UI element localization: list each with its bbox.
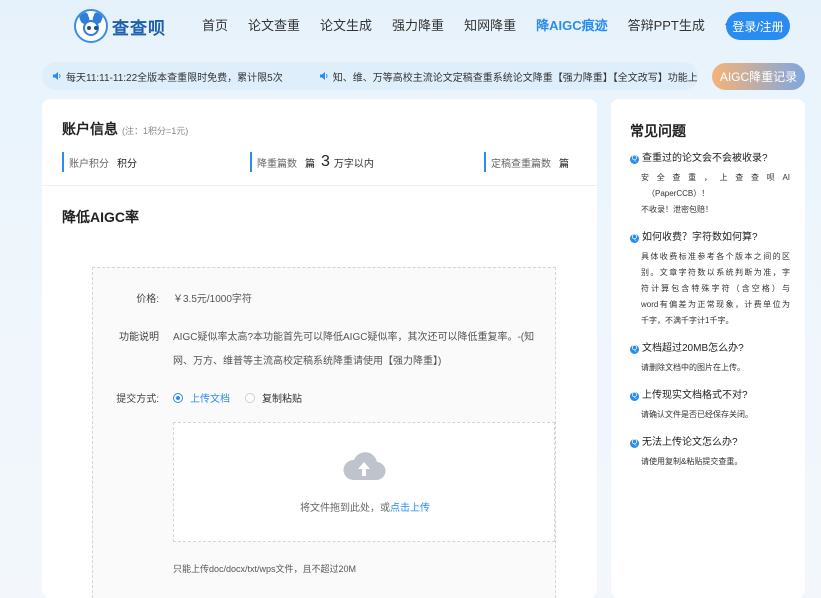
faq-answer: 安 全 查 重 ， 上 查 查 呗 AI （PaperCCB）！ 不收录！泄密包…: [630, 170, 790, 218]
radio-copy-paste[interactable]: 复制粘贴: [245, 390, 302, 405]
faq-question-text: 无法上传论文怎么办?: [642, 437, 738, 448]
divider: [42, 185, 597, 186]
reduce-unit: 篇: [305, 158, 315, 170]
nav-item-strong-reduction[interactable]: 强力降重: [382, 0, 454, 52]
faq-answer-line: word有偏差为正常现象，计费单位为: [641, 300, 790, 309]
radio-paste-label: 复制粘贴: [262, 394, 302, 405]
faq-answer-line: 别。文章字符数以系统判断为准，字: [641, 268, 790, 277]
notice-text: 每天11:11-11:22全版本查重限时免费，累计限5次: [66, 72, 283, 84]
faq-answer-line: 安 全 查 重 ， 上 查 查 呗 AI: [641, 173, 790, 182]
faq-question: Q 如何收费？字符数如何算?: [630, 230, 790, 246]
radio-unchecked-icon: [245, 392, 255, 403]
final-check-unit: 篇: [559, 158, 569, 170]
reduce-count-stat: 降重篇数 篇 3 万字以内: [250, 152, 374, 172]
faq-card: 常见问题 Q 查重过的论文会不会被收录? 安 全 查 重 ， 上 查 查 呗 A…: [611, 99, 805, 598]
upload-text: 将文件拖到此处，或: [300, 503, 390, 514]
nav-item-cnki-reduction[interactable]: 知网降重: [454, 0, 526, 52]
account-info-title: 账户信息 (注：1积分=1元): [62, 119, 188, 139]
faq-list: Q 查重过的论文会不会被收录? 安 全 查 重 ， 上 查 查 呗 AI （Pa…: [630, 151, 790, 482]
faq-answer-line: 请使用复制&粘贴提交查重。: [641, 457, 743, 466]
faq-answer-line: 千字，不满千字计1千字。: [641, 316, 734, 325]
upload-dropzone[interactable]: 将文件拖到此处，或点击上传: [173, 422, 555, 542]
faq-item: Q 上传现实文档格式不对? 请确认文件是否已经保存关闭。: [630, 388, 790, 423]
final-check-stat: 定稿查重篇数 篇: [484, 152, 569, 172]
final-check-label: 定稿查重篇数: [491, 158, 551, 170]
nav-item-home[interactable]: 首页: [192, 0, 238, 52]
price-value: ￥3.5元/1000字符: [173, 294, 252, 305]
faq-answer: 请确认文件是否已经保存关闭。: [630, 407, 790, 423]
dog-logo-icon: [74, 9, 108, 43]
faq-answer: 请删除文档中的图片在上传。: [630, 360, 790, 376]
faq-item: Q 无法上传论文怎么办? 请使用复制&粘贴提交查重。: [630, 435, 790, 470]
cloud-upload-icon: [343, 452, 386, 481]
faq-item: Q 文档超过20MB怎么办? 请删除文档中的图片在上传。: [630, 341, 790, 376]
notice-item: 每天11:11-11:22全版本查重限时免费，累计限5次: [42, 69, 283, 84]
radio-upload-document[interactable]: 上传文档: [173, 390, 230, 405]
reduce-aigc-form: 价格: ￥3.5元/1000字符 功能说明 AIGC疑似率太高?本功能首先可以降…: [92, 267, 556, 598]
radio-checked-icon: [173, 392, 183, 403]
question-icon: Q: [630, 344, 639, 354]
account-title-text: 账户信息: [62, 121, 118, 137]
question-icon: Q: [630, 391, 639, 401]
nav-item-reduce-aigc[interactable]: 降AIGC痕迹: [526, 0, 618, 52]
click-upload-link[interactable]: 点击上传: [390, 503, 430, 514]
upload-hint: 只能上传doc/docx/txt/wps文件，且不超过20M: [173, 564, 357, 574]
aigc-record-button[interactable]: AIGC降重记录: [712, 63, 805, 90]
submit-method-label: 提交方式:: [116, 394, 159, 405]
top-header: 查查呗 首页 论文查重 论文生成 强力降重 知网降重 降AIGC痕迹 答辩PPT…: [0, 0, 821, 52]
faq-question-text: 查重过的论文会不会被收录?: [642, 153, 768, 164]
faq-question: Q 上传现实文档格式不对?: [630, 388, 790, 404]
notice-text: 知、维、万等高校主流论文定稿查重系统论文降重【强力降重】【全文改写】功能上线: [332, 72, 698, 84]
logo[interactable]: 查查呗: [74, 8, 174, 44]
nav-item-defense-ppt[interactable]: 答辩PPT生成: [618, 0, 715, 52]
faq-question-text: 如何收费？字符数如何算?: [642, 232, 758, 243]
logo-text: 查查呗: [112, 18, 166, 38]
login-register-button[interactable]: 登录/注册: [726, 12, 790, 40]
reduce-aigc-title: 降低AIGC率: [62, 209, 139, 225]
description-text: AIGC疑似率太高?本功能首先可以降低AIGC疑似率，其次还可以降低重复率。-(…: [173, 332, 535, 367]
faq-answer-line: （PaperCCB）！: [647, 189, 710, 198]
question-icon: Q: [630, 233, 639, 243]
faq-item: Q 查重过的论文会不会被收录? 安 全 查 重 ， 上 查 查 呗 AI （Pa…: [630, 151, 790, 218]
description-label: 功能说明: [119, 332, 159, 343]
main-card: 账户信息 (注：1积分=1元) 账户积分 积分 降重篇数 篇 3 万字以内 定稿查…: [42, 99, 597, 598]
main-nav: 首页 论文查重 论文生成 强力降重 知网降重 降AIGC痕迹 答辩PPT生成 优…: [192, 0, 787, 52]
notice-bar: 每天11:11-11:22全版本查重限时免费，累计限5次 知、维、万等高校主流论…: [42, 62, 698, 90]
points-value: 积分: [117, 158, 137, 170]
account-points-stat: 账户积分 积分: [62, 152, 137, 172]
reduce-label: 降重篇数: [257, 158, 297, 170]
faq-question: Q 无法上传论文怎么办?: [630, 435, 790, 451]
points-label: 账户积分: [69, 158, 109, 170]
price-label: 价格:: [136, 294, 159, 305]
radio-upload-label: 上传文档: [190, 394, 230, 405]
faq-question-text: 上传现实文档格式不对?: [642, 390, 748, 401]
speaker-icon: [319, 72, 328, 80]
question-icon: Q: [630, 438, 639, 448]
faq-answer: 请使用复制&粘贴提交查重。: [630, 454, 790, 470]
reduce-words-number: 3: [321, 153, 330, 170]
faq-answer-line: 具体收费标准参考各个版本之间的区: [641, 252, 790, 261]
faq-answer: 具体收费标准参考各个版本之间的区 别。文章字符数以系统判断为准，字 符计算包含特…: [630, 249, 790, 329]
reduce-words-unit: 万字以内: [333, 158, 374, 170]
speaker-icon: [53, 72, 61, 80]
notice-item: 知、维、万等高校主流论文定稿查重系统论文降重【强力降重】【全文改写】功能上线: [309, 69, 698, 84]
faq-item: Q 如何收费？字符数如何算? 具体收费标准参考各个版本之间的区 别。文章字符数以…: [630, 230, 790, 329]
nav-item-paper-generation[interactable]: 论文生成: [310, 0, 382, 52]
faq-question: Q 文档超过20MB怎么办?: [630, 341, 790, 357]
faq-answer-line: 不收录！泄密包赔！: [641, 205, 713, 214]
faq-question: Q 查重过的论文会不会被收录?: [630, 151, 790, 167]
faq-answer-line: 请删除文档中的图片在上传。: [641, 363, 745, 372]
nav-item-plagiarism-check[interactable]: 论文查重: [238, 0, 310, 52]
faq-title: 常见问题: [630, 123, 686, 139]
faq-answer-line: 请确认文件是否已经保存关闭。: [641, 410, 753, 419]
question-icon: Q: [630, 154, 639, 164]
upload-instruction: 将文件拖到此处，或点击上传: [174, 499, 556, 514]
faq-question-text: 文档超过20MB怎么办?: [642, 343, 744, 354]
account-note: (注：1积分=1元): [122, 126, 189, 136]
faq-answer-line: 符计算包含特殊字符（含空格）与: [641, 284, 790, 293]
